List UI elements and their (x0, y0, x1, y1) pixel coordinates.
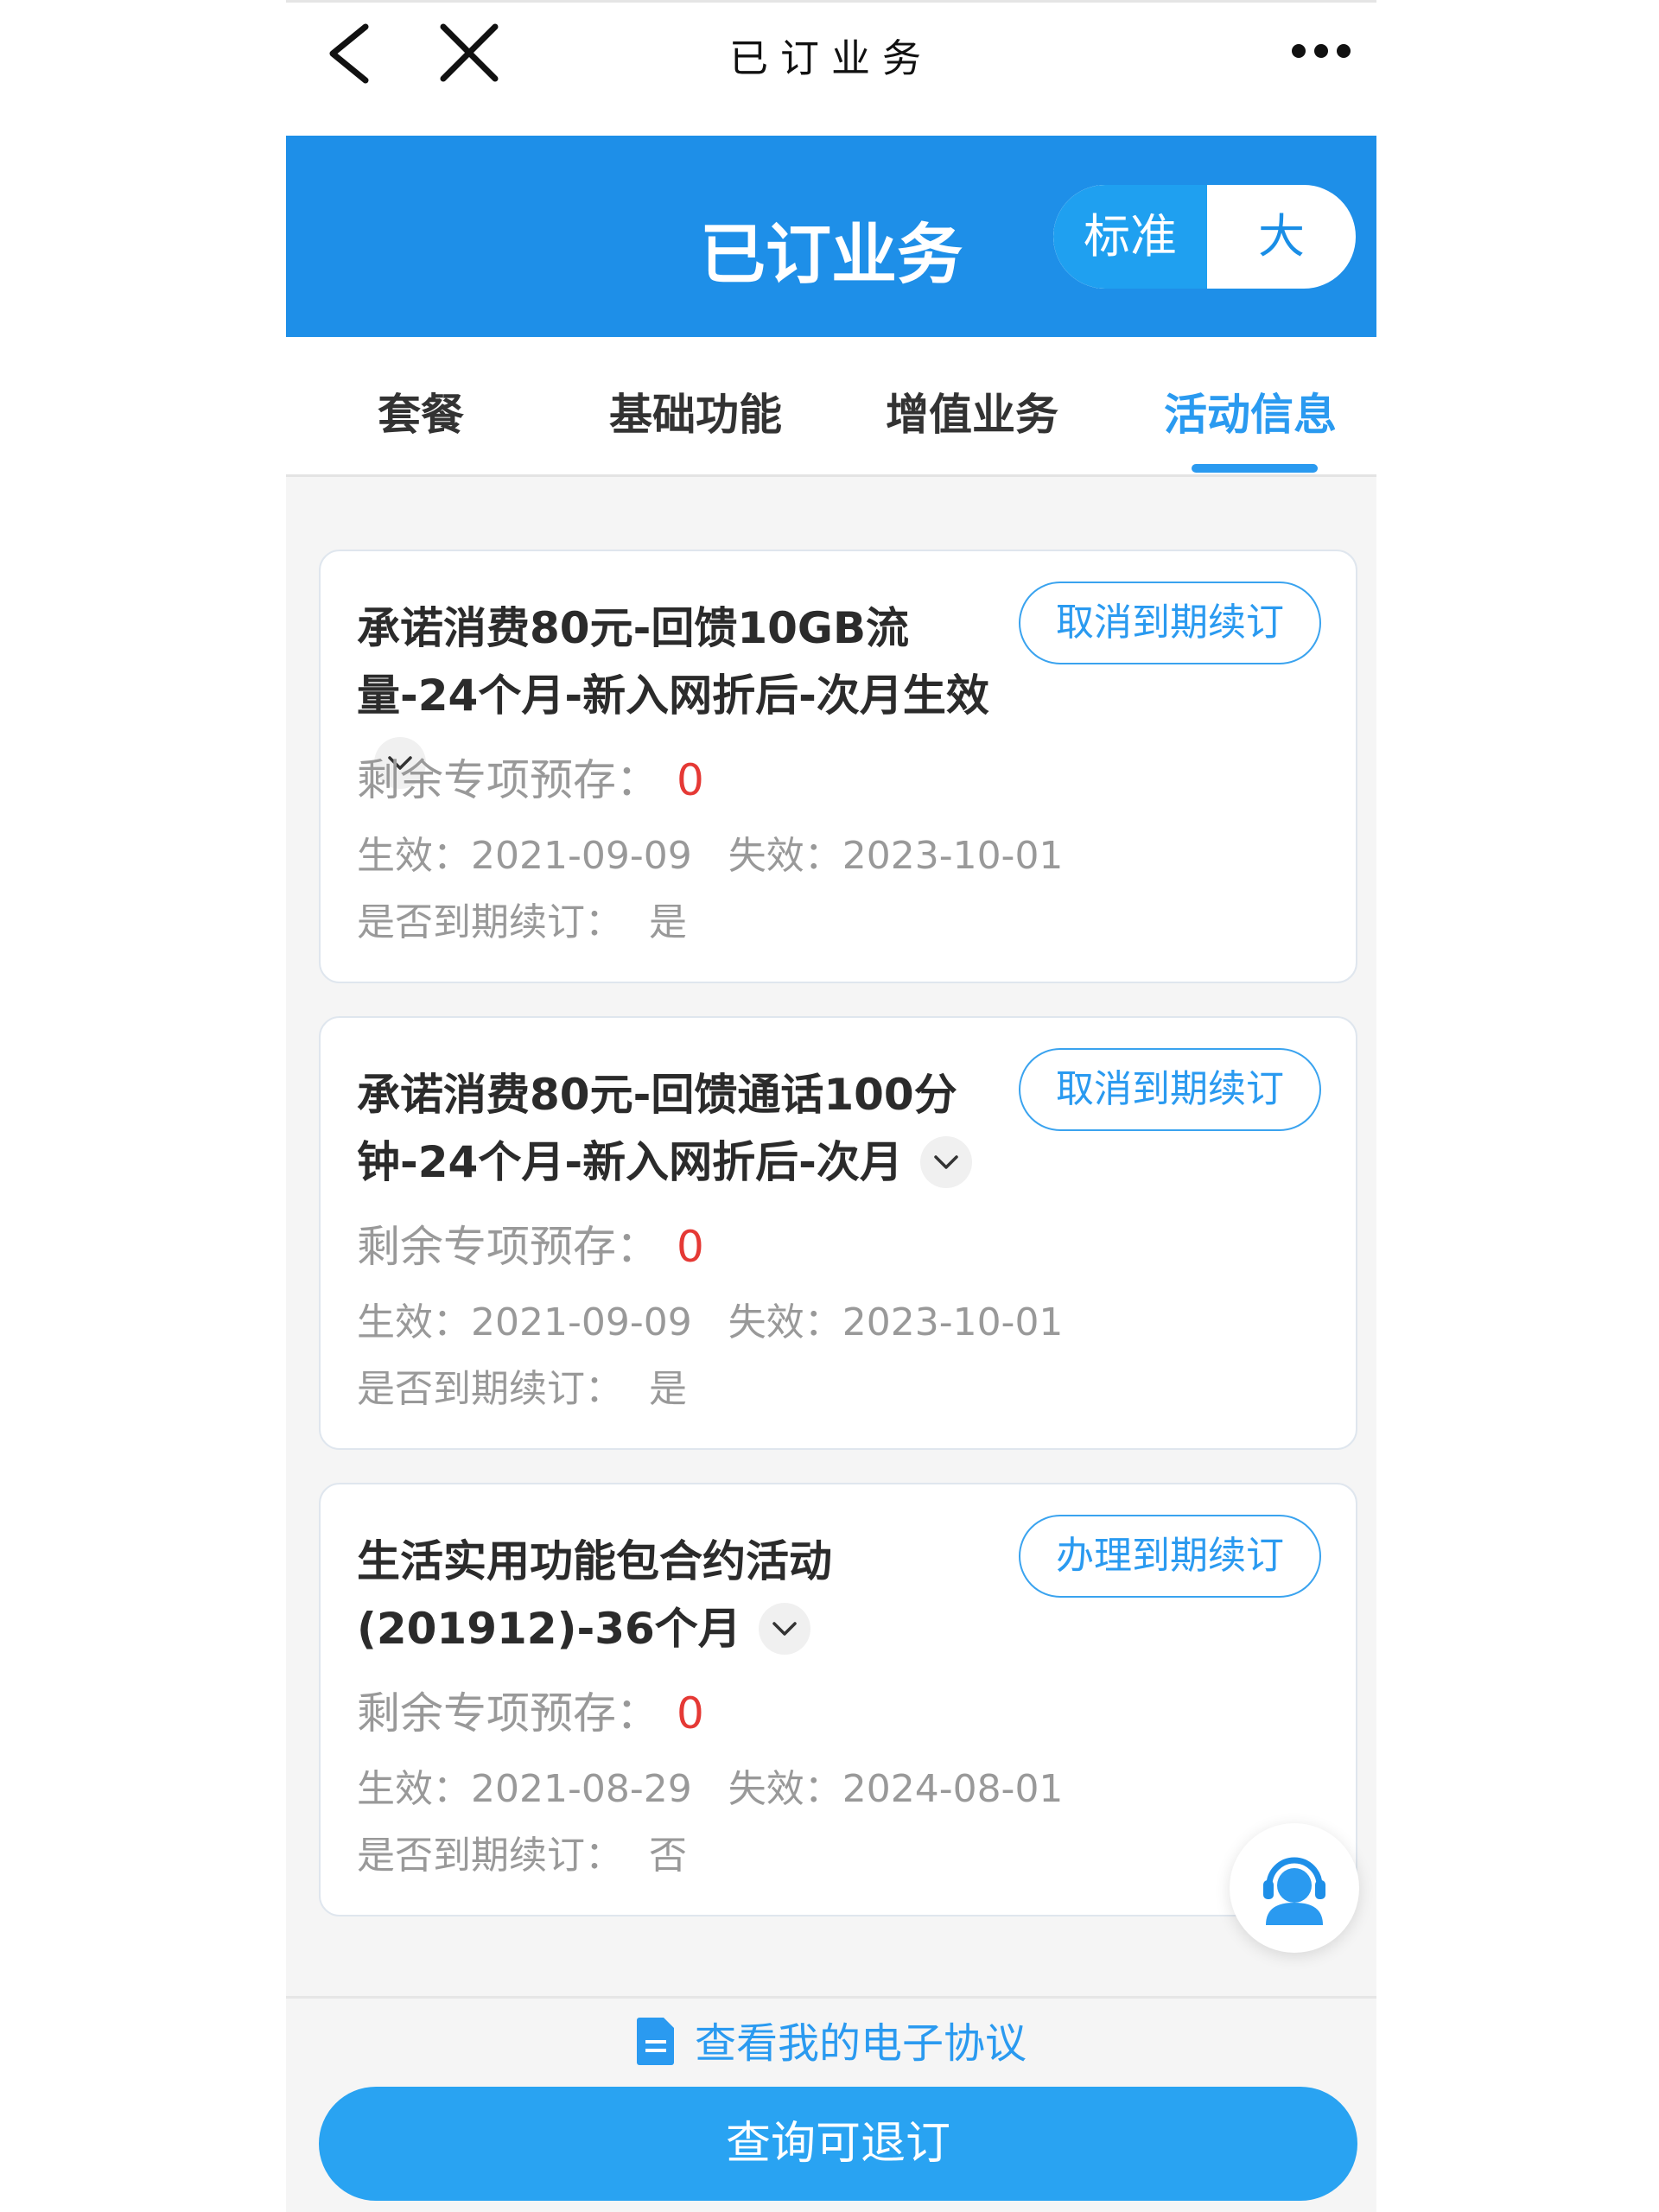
validity-dates: 生效：2021-09-09 失效：2023-10-01 (357, 1291, 1063, 1346)
activity-card: 生活实用功能包合约活动(201912)-36个月 办理到期续订 剩余专项预存： 0… (319, 1483, 1357, 1916)
e-agreement-link[interactable]: 查看我的电子协议 (286, 2009, 1376, 2071)
activity-name-text: 承诺消费80元-回馈10GB流量-24个月-新入网折后-次月生效 (357, 603, 989, 721)
activity-card: 承诺消费80元-回馈通话100分钟-24个月-新入网折后-次月 取消到期续订 剩… (319, 1016, 1357, 1450)
e-agreement-label: 查看我的电子协议 (694, 2019, 1027, 2068)
remaining-prestore-value: 0 (677, 1222, 704, 1272)
tab-value-added[interactable]: 增值业务 (886, 380, 1058, 442)
expire-label: 失效： (728, 834, 842, 878)
remaining-prestore: 剩余专项预存： 0 (357, 746, 704, 808)
remaining-prestore-value: 0 (677, 1688, 704, 1738)
phone-screen: 已订业务 已订业务 标准 大 套餐 基础功能 增值业务 活动信息 承诺消费80元… (286, 0, 1376, 2212)
auto-renew-value: 否 (649, 1834, 687, 1878)
bottom-bar: 查看我的电子协议 查询可退订 (286, 1996, 1376, 2212)
active-tab-indicator (1192, 464, 1318, 473)
renewal-action-button[interactable]: 取消到期续订 (1019, 1048, 1321, 1131)
tab-activity-info[interactable]: 活动信息 (1164, 380, 1337, 442)
activity-name-text: 承诺消费80元-回馈通话100分钟-24个月-新入网折后-次月 (357, 1070, 957, 1187)
expire-label: 失效： (728, 1767, 842, 1811)
customer-service-button[interactable] (1230, 1823, 1359, 1953)
font-size-toggle: 标准 大 (1053, 185, 1356, 289)
effective-date: 2021-08-29 (471, 1767, 692, 1811)
nav-title: 已订业务 (728, 35, 933, 81)
customer-service-icon (1263, 1857, 1325, 1925)
toggle-large[interactable]: 大 (1207, 185, 1356, 289)
effective-date: 2021-09-09 (471, 834, 692, 878)
nav-bar: 已订业务 (286, 0, 1376, 136)
validity-dates: 生效：2021-09-09 失效：2023-10-01 (357, 824, 1063, 880)
effective-label: 生效： (357, 1300, 471, 1344)
effective-date: 2021-09-09 (471, 1300, 692, 1344)
activity-name[interactable]: 生活实用功能包合约活动(201912)-36个月 (357, 1528, 1014, 1662)
auto-renew-value: 是 (649, 1367, 687, 1411)
query-cancellable-button[interactable]: 查询可退订 (319, 2087, 1357, 2201)
remaining-prestore-value: 0 (677, 755, 704, 805)
effective-label: 生效： (357, 834, 471, 878)
renewal-action-button[interactable]: 办理到期续订 (1019, 1515, 1321, 1598)
more-icon[interactable] (1287, 34, 1356, 68)
auto-renew-label: 是否到期续订： (357, 1834, 623, 1878)
auto-renew-value: 是 (649, 900, 687, 944)
effective-label: 生效： (357, 1767, 471, 1811)
remaining-prestore-label: 剩余专项预存： (357, 755, 659, 805)
auto-renew-label: 是否到期续订： (357, 1367, 623, 1411)
document-icon (636, 2018, 674, 2065)
tab-package[interactable]: 套餐 (378, 380, 464, 442)
chevron-down-icon[interactable] (758, 1602, 810, 1655)
chevron-down-icon[interactable] (919, 1135, 972, 1188)
activity-card: 承诺消费80元-回馈10GB流量-24个月-新入网折后-次月生效 取消到期续订 … (319, 550, 1357, 983)
remaining-prestore-label: 剩余专项预存： (357, 1688, 659, 1738)
toggle-standard[interactable]: 标准 (1053, 185, 1207, 289)
renewal-action-button[interactable]: 取消到期续订 (1019, 582, 1321, 664)
page-header: 已订业务 标准 大 (286, 136, 1376, 337)
expire-date: 2023-10-01 (842, 1300, 1064, 1344)
remaining-prestore-label: 剩余专项预存： (357, 1222, 659, 1272)
remaining-prestore: 剩余专项预存： 0 (357, 1212, 704, 1274)
activity-name[interactable]: 承诺消费80元-回馈通话100分钟-24个月-新入网折后-次月 (357, 1061, 1014, 1196)
expire-label: 失效： (728, 1300, 842, 1344)
tab-bar: 套餐 基础功能 增值业务 活动信息 (286, 337, 1376, 477)
remaining-prestore: 剩余专项预存： 0 (357, 1679, 704, 1741)
auto-renew-label: 是否到期续订： (357, 900, 623, 944)
expire-date: 2024-08-01 (842, 1767, 1064, 1811)
auto-renew-status: 是否到期续订： 否 (357, 1824, 687, 1879)
validity-dates: 生效：2021-08-29 失效：2024-08-01 (357, 1758, 1063, 1813)
auto-renew-status: 是否到期续订： 是 (357, 891, 687, 946)
tab-basic-functions[interactable]: 基础功能 (609, 380, 782, 442)
auto-renew-status: 是否到期续订： 是 (357, 1357, 687, 1413)
expire-date: 2023-10-01 (842, 834, 1064, 878)
